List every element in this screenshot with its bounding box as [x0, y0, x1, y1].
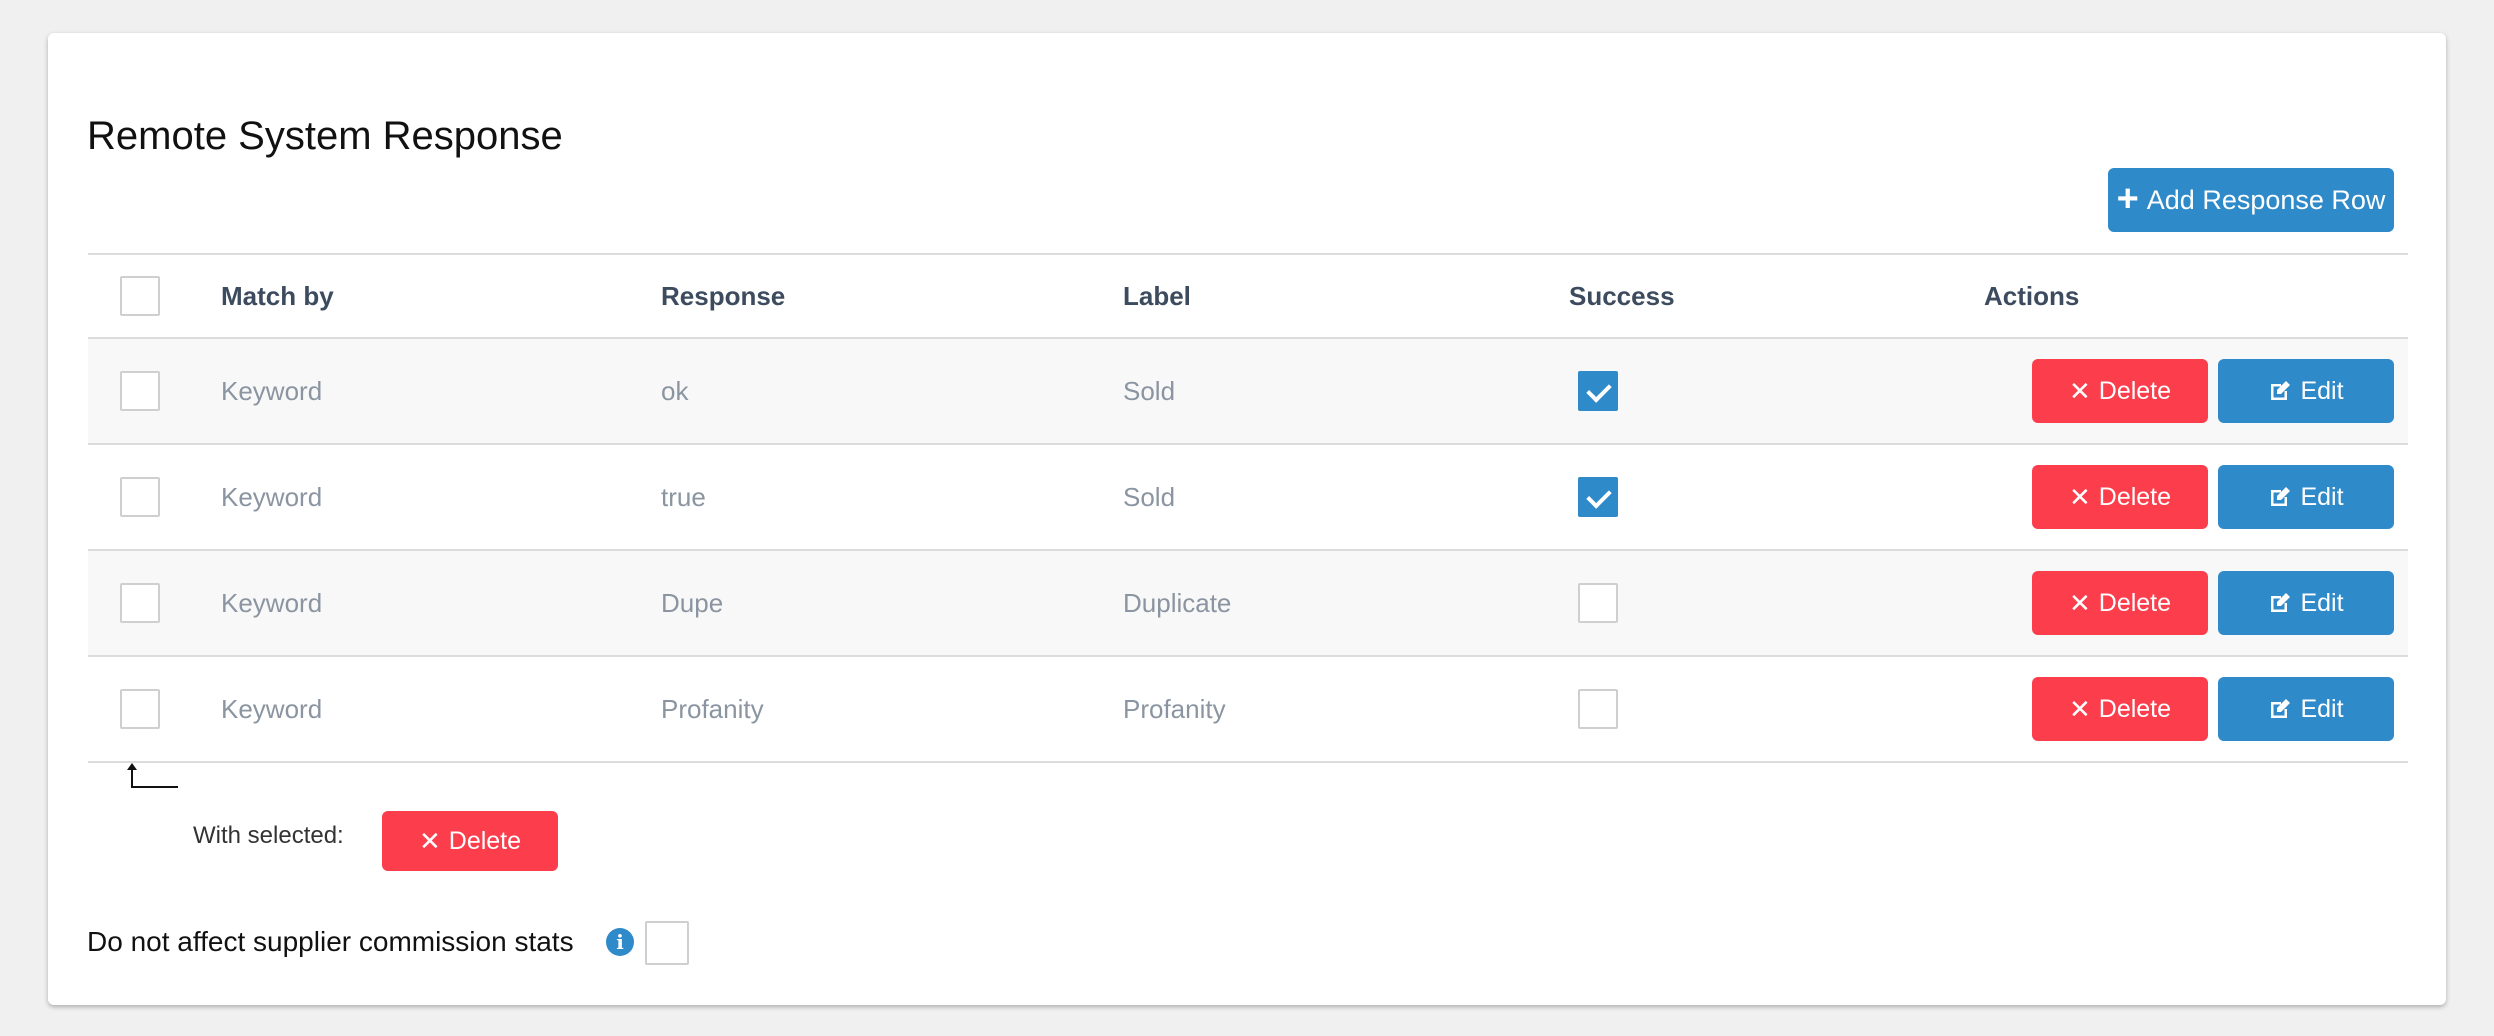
row-label: Sold [1123, 376, 1176, 406]
edit-icon [2271, 593, 2291, 612]
row-match-by: Keyword [221, 482, 323, 512]
with-selected-label: With selected: [193, 822, 344, 849]
delete-button[interactable]: ✕ Delete [2032, 359, 2208, 423]
commission-stats-label: Do not affect supplier commission stats [87, 926, 574, 957]
edit-button[interactable]: Edit [2218, 465, 2394, 529]
delete-button[interactable]: ✕ Delete [2032, 571, 2208, 635]
remote-system-response-card: Remote System Response + Add Response Ro… [48, 33, 2446, 1005]
row-label: Sold [1123, 482, 1176, 512]
header-actions: Actions [1984, 281, 2080, 311]
row-response: Dupe [661, 588, 724, 618]
table-row: Keyword Dupe Duplicate ✕ Delete Edit [88, 551, 2408, 655]
table-row: Keyword ok Sold ✕ Delete Edit [88, 339, 2408, 443]
header-label: Label [1123, 281, 1191, 311]
success-checkbox[interactable] [1578, 477, 1618, 517]
table-row: Keyword Profanity Profanity ✕ Delete Edi… [88, 657, 2408, 761]
row-response: Profanity [661, 694, 764, 724]
info-icon[interactable]: i [606, 928, 634, 956]
delete-label: Delete [2098, 376, 2172, 405]
row-response: ok [661, 376, 689, 406]
edit-label: Edit [2300, 376, 2344, 405]
add-response-row-button[interactable]: + Add Response Row [2108, 168, 2394, 232]
row-match-by: Keyword [221, 376, 323, 406]
plus-icon: + [2116, 177, 2139, 220]
row-label: Profanity [1123, 694, 1226, 724]
success-checkbox[interactable] [1578, 371, 1618, 411]
header-match-by: Match by [221, 281, 334, 311]
row-label: Duplicate [1123, 588, 1232, 618]
row-select-checkbox[interactable] [120, 371, 160, 411]
edit-button[interactable]: Edit [2218, 359, 2394, 423]
row-response: true [661, 482, 706, 512]
row-match-by: Keyword [221, 588, 323, 618]
bulk-delete-button[interactable]: ✕ Delete [382, 811, 558, 871]
add-response-row-label: Add Response Row [2146, 184, 2386, 215]
bulk-delete-label: Delete [448, 826, 522, 855]
delete-button[interactable]: ✕ Delete [2032, 677, 2208, 741]
page-title: Remote System Response [87, 114, 563, 158]
header-response: Response [661, 281, 786, 311]
row-select-checkbox[interactable] [120, 583, 160, 623]
delete-button[interactable]: ✕ Delete [2032, 465, 2208, 529]
row-select-checkbox[interactable] [120, 689, 160, 729]
times-icon: ✕ [2068, 693, 2091, 724]
delete-label: Delete [2098, 588, 2172, 617]
times-icon: ✕ [2068, 587, 2091, 618]
times-icon: ✕ [2068, 481, 2091, 512]
times-icon: ✕ [2068, 375, 2091, 406]
edit-label: Edit [2300, 482, 2344, 511]
edit-icon [2271, 699, 2291, 718]
header-success: Success [1569, 281, 1675, 311]
success-checkbox[interactable] [1578, 689, 1618, 729]
table-bottom-border [88, 761, 2408, 763]
row-match-by: Keyword [221, 694, 323, 724]
edit-icon [2271, 381, 2291, 400]
edit-button[interactable]: Edit [2218, 677, 2394, 741]
delete-label: Delete [2098, 482, 2172, 511]
edit-label: Edit [2300, 694, 2344, 723]
success-checkbox[interactable] [1578, 583, 1618, 623]
table-header-row: Match by Response Label Success Actions [88, 255, 2408, 337]
edit-icon [2271, 487, 2291, 506]
select-all-checkbox[interactable] [120, 276, 160, 316]
delete-label: Delete [2098, 694, 2172, 723]
edit-label: Edit [2300, 588, 2344, 617]
edit-button[interactable]: Edit [2218, 571, 2394, 635]
commission-stats-checkbox[interactable] [645, 921, 689, 965]
table-row: Keyword true Sold ✕ Delete Edit [88, 445, 2408, 549]
row-select-checkbox[interactable] [120, 477, 160, 517]
times-icon: ✕ [418, 825, 441, 856]
corner-arrow-icon [127, 763, 178, 788]
